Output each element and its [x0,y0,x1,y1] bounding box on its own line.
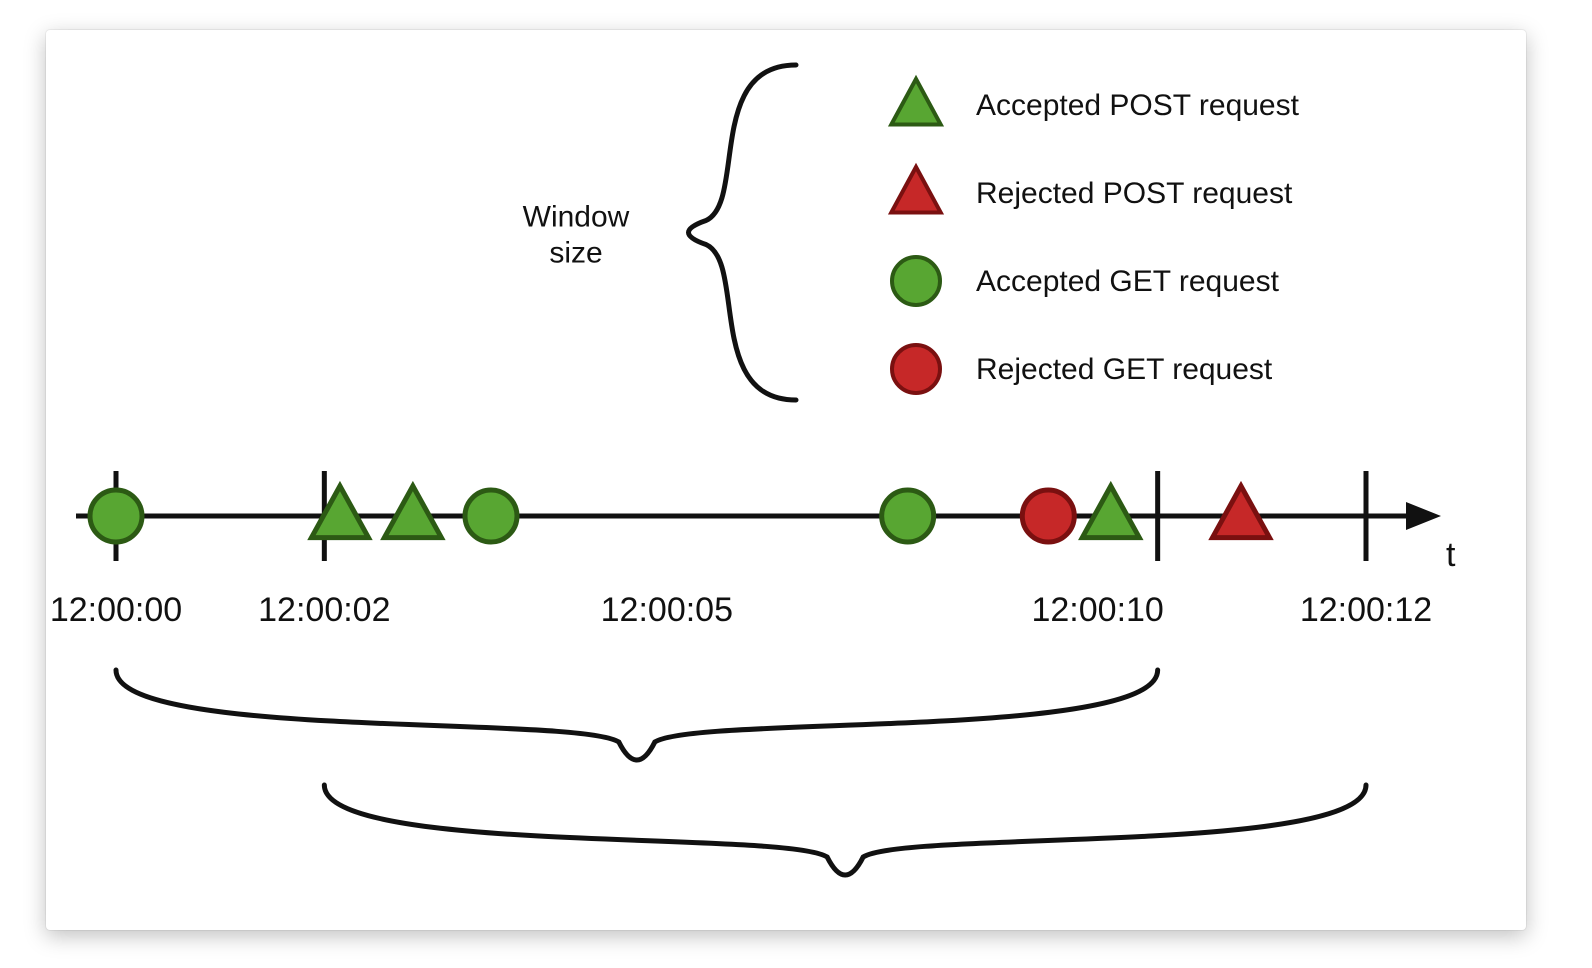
legend-label: Accepted GET request [976,265,1280,298]
get-accepted-3 [882,490,934,542]
legend-item: Rejected GET request [892,345,1273,393]
legend-item: Rejected POST request [891,167,1293,213]
post-accepted-1 [311,486,368,538]
legend-label: Accepted POST request [976,89,1300,122]
axis-arrow-icon [1406,502,1441,530]
circle-accepted-icon [892,257,940,305]
legend-item: Accepted POST request [891,79,1299,125]
window-size-label: Window [523,201,630,234]
axis-tick-label: 12:00:00 [50,591,182,629]
post-accepted-3 [1082,486,1139,538]
get-accepted-2 [465,490,517,542]
post-rejected-1 [1213,486,1270,538]
axis-tick-label: 12:00:10 [1031,591,1163,629]
get-rejected-1 [1022,490,1074,542]
axis-label: t [1446,536,1456,574]
diagram-panel: Accepted POST request Rejected POST reque… [46,30,1526,930]
triangle-rejected-icon [891,167,940,213]
window-2-brace-icon [324,785,1366,875]
post-accepted-2 [384,486,441,538]
window-size-brace-icon [689,65,797,400]
triangle-accepted-icon [891,79,940,125]
legend-label: Rejected POST request [976,177,1293,210]
window-size-label: size [549,237,602,270]
window-1-brace-icon [116,670,1158,760]
axis-tick-label: 12:00:05 [601,591,733,629]
diagram-svg: Accepted POST request Rejected POST reque… [46,30,1526,930]
legend-item: Accepted GET request [892,257,1280,305]
circle-rejected-icon [892,345,940,393]
legend-label: Rejected GET request [976,353,1273,386]
axis-tick-label: 12:00:02 [258,591,390,629]
get-accepted-1 [90,490,142,542]
axis-tick-label: 12:00:12 [1300,591,1432,629]
